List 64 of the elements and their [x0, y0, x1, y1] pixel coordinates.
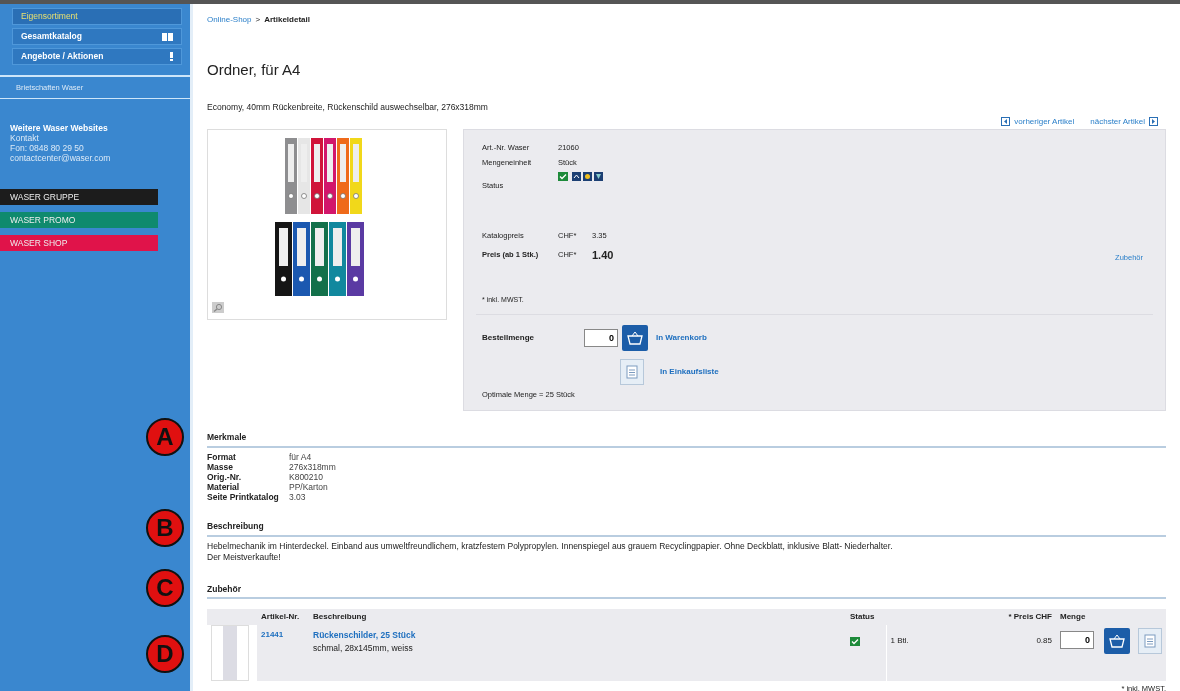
section-heading: Zubehör [207, 582, 1166, 600]
feature-value: 3.03 [289, 491, 307, 502]
article-number-link[interactable]: 21441 [261, 630, 284, 640]
site-link[interactable]: WASER PROMO [0, 212, 158, 229]
page-title: Ordner, für A4 [207, 61, 302, 79]
add-to-list-link[interactable]: In Einkaufsliste [660, 365, 719, 378]
document-icon [626, 364, 638, 379]
price-value: 1.40 [592, 247, 614, 263]
exclamation-icon [170, 52, 173, 61]
add-to-cart-button[interactable] [1104, 628, 1130, 655]
feature-label: Seite Printkatalog [207, 491, 289, 502]
feature-value: K800210 [289, 471, 325, 482]
shopping-list-button[interactable] [620, 358, 644, 385]
breadcrumb-current: Artikeldetail [264, 14, 310, 26]
quantity-field[interactable]: 0 [584, 328, 618, 347]
breadcrumb-separator: > [255, 14, 261, 26]
left-arrow-icon [1001, 117, 1011, 127]
column-header: * Preis CHF [996, 609, 1056, 626]
description-text: Der Meistverkaufte! [207, 551, 282, 563]
quantity-field[interactable]: 0 [1060, 631, 1094, 650]
sidebar-item[interactable]: Angebote / Aktionen [12, 48, 182, 65]
basket-icon [627, 330, 643, 345]
shopping-list-button[interactable] [1138, 628, 1162, 655]
description-text: Hebelmechanik im Hinterdeckel. Einband aus umweltfreundlichem, kratzfestem Polypropylen. Innenspiegel aus grauem Recyclingpapier. Ohne Deckblatt, inklusive Blatt- Niederhalter. [207, 540, 894, 552]
zoom-icon[interactable] [212, 301, 224, 313]
feature-value: PP/Karton [289, 481, 329, 492]
document-icon [1144, 634, 1156, 649]
feature-label: Orig.-Nr. [207, 471, 289, 482]
price-text: 0.85 [1036, 636, 1052, 646]
contact-line: contactcenter@waser.com [10, 153, 112, 164]
column-header: Status [846, 609, 996, 626]
column-header: Artikel-Nr. [257, 609, 309, 626]
feature-value: 276x318mm [289, 461, 336, 472]
add-to-cart-link[interactable]: In Warenkorb [656, 331, 707, 344]
order-label: Bestellmenge [482, 331, 536, 344]
thumbnail-placeholder [211, 625, 249, 682]
sidebar-item[interactable]: Eigensortiment [12, 8, 182, 25]
contact-line: Fon: 0848 80 29 50 [10, 143, 85, 154]
feature-label: Material [207, 481, 289, 492]
status-symbols-icon [572, 172, 603, 182]
add-to-cart-button[interactable] [622, 324, 648, 351]
previous-article-link[interactable]: vorheriger Artikel [1014, 115, 1075, 128]
unit-text: 1 Btl. [890, 636, 909, 646]
section-heading: Beschreibung [207, 519, 1166, 537]
basket-icon [1109, 634, 1125, 649]
site-link[interactable]: WASER SHOP [0, 235, 158, 252]
feature-label: Format [207, 451, 289, 462]
right-arrow-icon [1149, 117, 1158, 127]
contact-heading: Weitere Waser Websites [10, 123, 109, 134]
accessory-name-link[interactable]: Rückenschilder, 25 Stück [313, 630, 416, 641]
column-header: Beschreibung [309, 609, 846, 626]
feature-label: Masse [207, 461, 289, 472]
site-link[interactable]: WASER GRUPPE [0, 189, 158, 206]
sidebar-item[interactable]: Gesamtkatalog [12, 28, 182, 45]
section-heading: Merkmale [207, 431, 1166, 448]
accessory-detail: schmal, 28x145mm, weiss [313, 642, 414, 655]
book-icon [162, 32, 173, 41]
breadcrumb-link[interactable]: Online-Shop [207, 14, 252, 26]
check-icon [558, 172, 568, 182]
column-header: Menge [1056, 609, 1100, 626]
next-article-link[interactable]: nächster Artikel [1090, 115, 1145, 128]
article-subtitle: Economy, 40mm Rückenbreite, Rückenschild auswechselbar, 276x318mm [207, 101, 489, 114]
feature-value: für A4 [289, 451, 313, 462]
contact-line: Kontakt [10, 133, 40, 144]
